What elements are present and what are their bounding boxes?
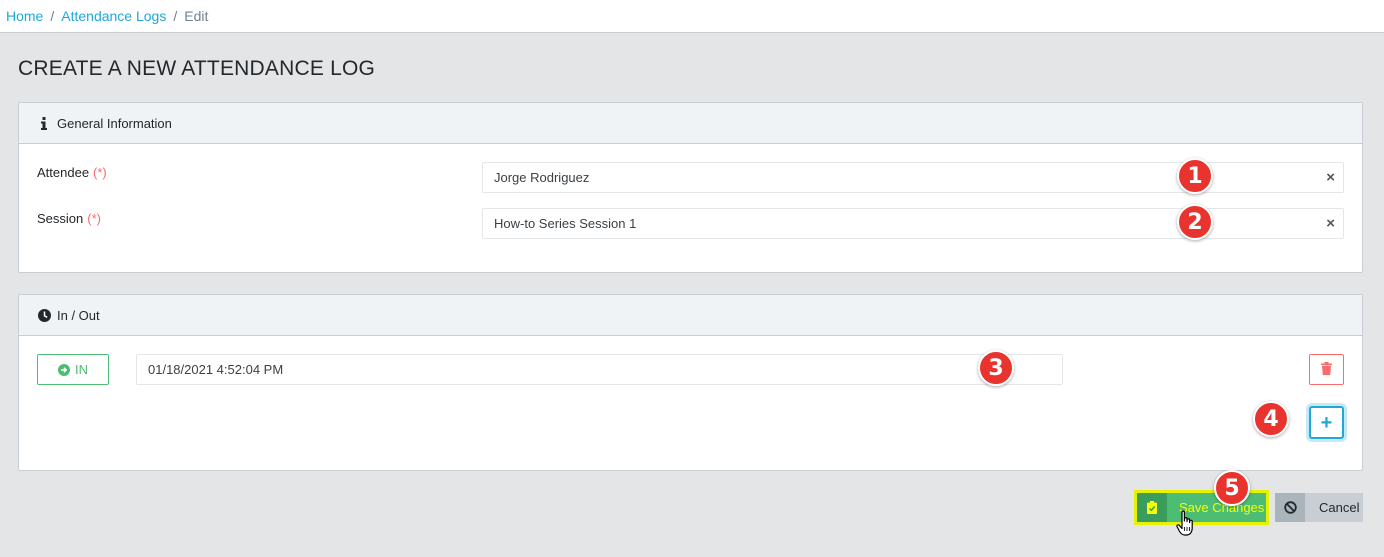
- attendee-select[interactable]: Jorge Rodriguez ×: [482, 162, 1344, 193]
- annotation-marker-3: 3: [978, 350, 1014, 386]
- breadcrumb-separator: /: [50, 8, 55, 24]
- datetime-input[interactable]: 01/18/2021 4:52:04 PM: [136, 354, 1063, 385]
- general-information-card: General Information Attendee (*) Jorge Ro…: [18, 102, 1363, 273]
- session-clear-icon[interactable]: ×: [1326, 215, 1335, 232]
- trash-icon: [1321, 361, 1332, 378]
- cancel-label: Cancel: [1319, 500, 1360, 515]
- general-information-title: General Information: [57, 115, 172, 131]
- general-information-header: General Information: [19, 103, 1362, 144]
- page-title: CREATE A NEW ATTENDANCE LOG: [18, 57, 376, 80]
- session-value: How-to Series Session 1: [494, 216, 637, 231]
- annotation-marker-1: 1: [1177, 158, 1213, 194]
- breadcrumb-current: Edit: [184, 8, 209, 24]
- annotation-marker-5: 5: [1214, 470, 1250, 506]
- breadcrumb-attendance-logs-link[interactable]: Attendance Logs: [61, 8, 166, 24]
- required-marker: (*): [93, 165, 107, 180]
- delete-entry-button[interactable]: [1309, 354, 1344, 385]
- breadcrumb-separator: /: [173, 8, 178, 24]
- session-label: Session (*): [37, 211, 101, 226]
- attendee-label-text: Attendee: [37, 165, 90, 180]
- add-entry-button[interactable]: +: [1309, 406, 1344, 439]
- datetime-value: 01/18/2021 4:52:04 PM: [148, 362, 284, 377]
- attendee-label: Attendee (*): [37, 165, 107, 180]
- annotation-marker-2: 2: [1177, 204, 1213, 240]
- in-label: IN: [75, 362, 88, 377]
- session-label-text: Session: [37, 211, 84, 226]
- session-select[interactable]: How-to Series Session 1 ×: [482, 208, 1344, 239]
- annotation-marker-4: 4: [1253, 401, 1289, 437]
- save-button-highlight: Save Changes: [1134, 490, 1269, 525]
- in-out-card: In / Out IN 01/18/2021 4:52:04 PM +: [18, 294, 1363, 471]
- attendee-value: Jorge Rodriguez: [494, 170, 590, 185]
- breadcrumb-home-link[interactable]: Home: [6, 8, 43, 24]
- in-toggle-button[interactable]: IN: [37, 354, 109, 385]
- info-icon: [37, 116, 51, 130]
- in-out-title: In / Out: [57, 307, 100, 323]
- breadcrumb: Home / Attendance Logs / Edit: [0, 0, 1384, 33]
- arrow-circle-right-icon: [58, 363, 70, 376]
- clipboard-check-icon: [1137, 493, 1167, 522]
- hand-cursor-icon: [1176, 510, 1193, 536]
- required-marker: (*): [87, 211, 101, 226]
- attendee-clear-icon[interactable]: ×: [1326, 169, 1335, 186]
- clock-icon: [37, 308, 51, 322]
- in-out-header: In / Out: [19, 295, 1362, 336]
- ban-icon: [1275, 493, 1305, 522]
- cancel-button[interactable]: Cancel: [1275, 493, 1363, 522]
